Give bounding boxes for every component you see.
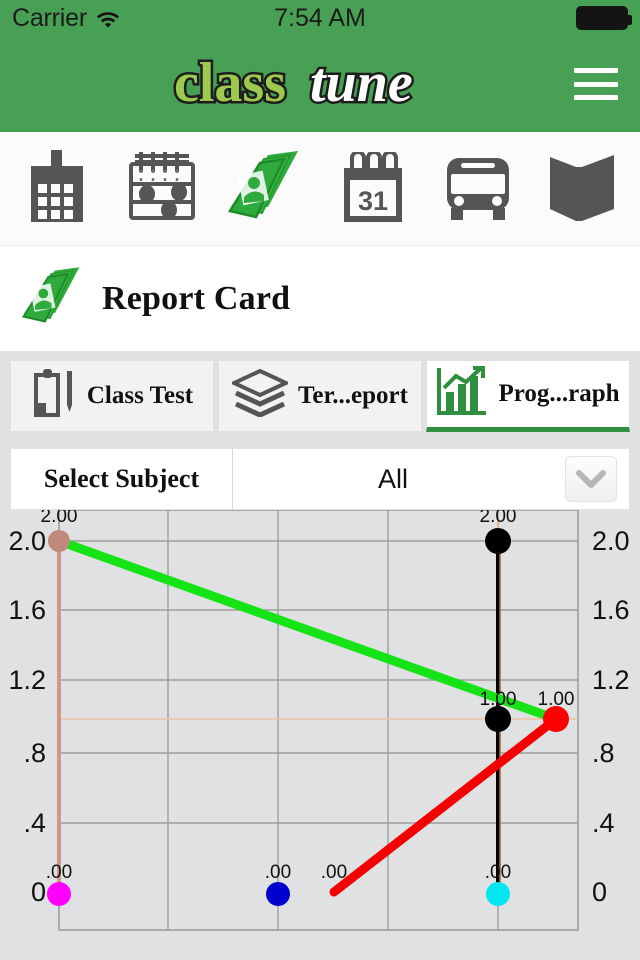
data-point-marker[interactable] [485, 528, 511, 554]
status-bar: Carrier 7:54 AM [0, 0, 640, 36]
wifi-icon [95, 8, 121, 28]
svg-text:.4: .4 [592, 808, 615, 838]
toolbar-item-gradebook[interactable] [116, 150, 208, 227]
report-card-icon [22, 265, 86, 332]
open-book-icon [550, 154, 615, 221]
classtune-logo[interactable]: class class tune tune [170, 53, 470, 115]
data-point-marker[interactable] [266, 882, 290, 906]
tab-label: Ter...eport [298, 382, 408, 409]
svg-text:0: 0 [592, 877, 607, 907]
y-axis-left-labels: 2.0 1.6 1.2 .8 .4 0 [8, 526, 46, 907]
tab-class-test[interactable]: Class Test [10, 360, 214, 432]
data-label: .00 [485, 862, 511, 883]
svg-text:31: 31 [358, 186, 388, 216]
bar-chart-growth-icon [436, 365, 488, 423]
page-title-bar: Report Card [0, 246, 640, 352]
bus-icon [446, 157, 509, 220]
calendar-31-icon: 31 [343, 151, 402, 222]
svg-text:.4: .4 [23, 808, 46, 838]
app-header: class class tune tune [0, 36, 640, 132]
report-card-icon [228, 149, 306, 228]
school-building-icon [29, 148, 85, 229]
data-label: 2.00 [480, 510, 517, 527]
carrier-label: Carrier [12, 3, 87, 32]
y-axis-right-labels: 2.0 1.6 1.2 .8 .4 0 [592, 526, 630, 907]
svg-text:1.2: 1.2 [8, 665, 46, 695]
svg-text:.8: .8 [592, 738, 615, 768]
svg-text:1.6: 1.6 [8, 595, 46, 625]
chart-canvas: 0 20 40 60 80 2.0 1.6 1.2 .8 [8, 510, 630, 931]
toolbar-item-school[interactable] [11, 148, 103, 229]
toolbar-item-calendar[interactable]: 31 [327, 151, 419, 226]
svg-text:.8: .8 [23, 738, 46, 768]
data-label: 2.00 [41, 510, 78, 527]
page-title: Report Card [102, 279, 291, 317]
data-label: .00 [265, 862, 291, 883]
svg-text:1.6: 1.6 [592, 595, 630, 625]
hamburger-menu-icon[interactable] [574, 68, 618, 100]
data-point-marker[interactable] [485, 706, 511, 732]
classtune-wordmark: class class tune tune [172, 53, 416, 115]
status-bar-left: Carrier [12, 4, 121, 33]
data-point-marker[interactable] [47, 882, 71, 906]
tab-label: Prog...raph [498, 380, 620, 407]
data-label: .00 [46, 862, 72, 883]
progress-graph-chart[interactable]: 0 20 40 60 80 2.0 1.6 1.2 .8 [0, 510, 640, 944]
toolbar-item-report-card[interactable] [221, 149, 313, 228]
data-label: .00 [321, 862, 347, 883]
report-card-tabs: Class Test Ter...eport Prog...raph [0, 352, 640, 440]
clipboard-pencil-icon [31, 367, 77, 426]
data-point-marker[interactable] [486, 882, 510, 906]
battery-full-icon [576, 6, 632, 30]
toolbar-item-library[interactable] [537, 153, 629, 225]
svg-text:2.0: 2.0 [8, 526, 46, 556]
svg-text:2.0: 2.0 [592, 526, 630, 556]
tab-label: Class Test [86, 382, 194, 409]
tab-progress-graph[interactable]: Prog...raph [426, 360, 630, 432]
svg-text:1.2: 1.2 [592, 665, 630, 695]
data-point-marker[interactable] [48, 530, 70, 552]
selected-subject-value[interactable]: All [233, 449, 553, 509]
data-point-marker[interactable] [543, 706, 569, 732]
main-icon-toolbar: 31 [0, 132, 640, 246]
chevron-down-icon [565, 456, 617, 502]
subject-dropdown-button[interactable] [553, 449, 629, 509]
subject-selector-row[interactable]: Select Subject All [10, 448, 630, 510]
tab-term-report[interactable]: Ter...eport [218, 360, 422, 432]
layers-icon [229, 368, 291, 424]
toolbar-item-transport[interactable] [432, 156, 524, 222]
svg-text:class: class [174, 53, 286, 114]
svg-text:0: 0 [31, 877, 46, 907]
svg-text:tune: tune [310, 53, 413, 114]
select-subject-label: Select Subject [11, 449, 233, 509]
abacus-icon [125, 150, 199, 227]
